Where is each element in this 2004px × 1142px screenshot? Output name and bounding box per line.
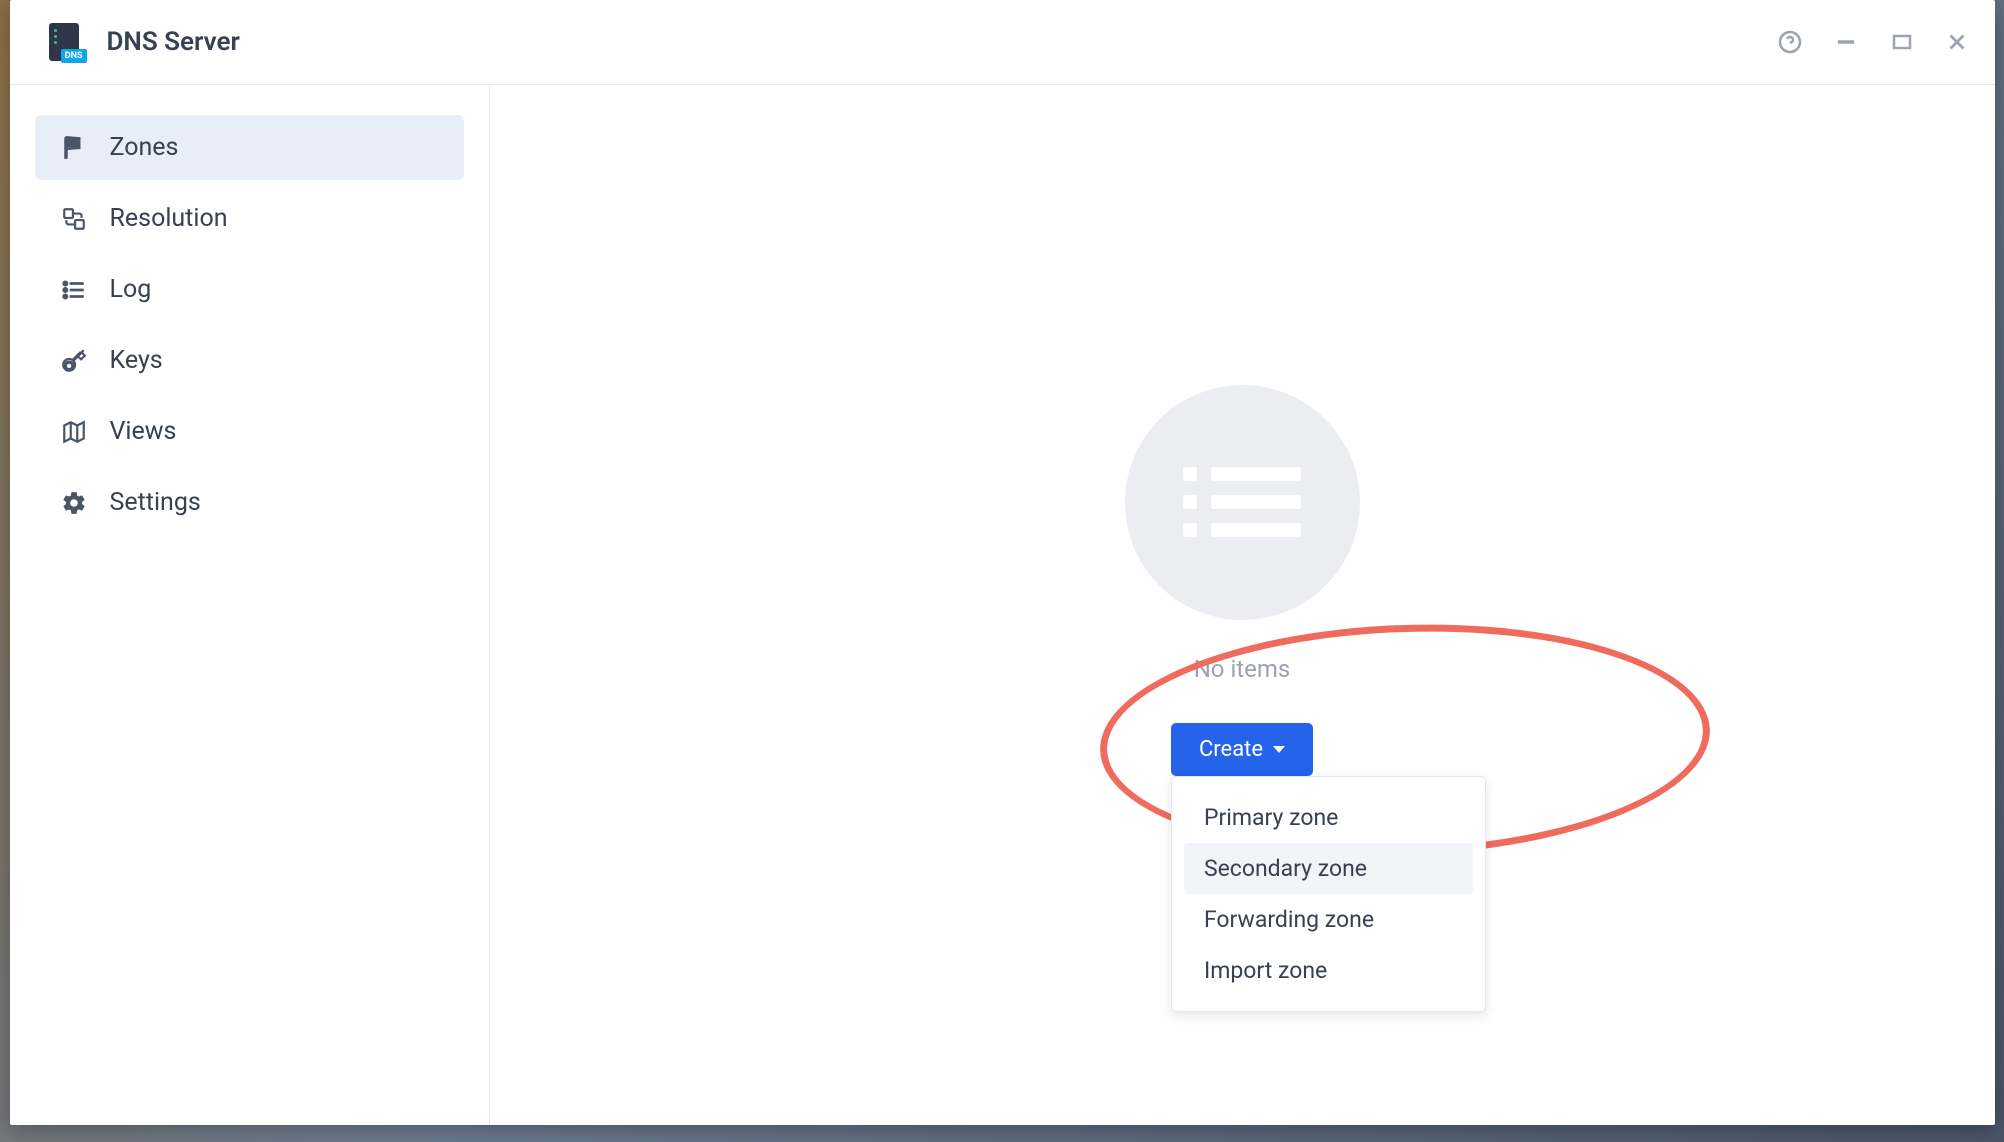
create-dropdown-container: Create Primary zone Secondary zone Forwa… [1171, 723, 1313, 776]
create-button[interactable]: Create [1171, 723, 1313, 776]
sidebar-item-zones[interactable]: Zones [35, 115, 464, 180]
sidebar-item-label: Log [110, 275, 152, 304]
help-button[interactable] [1778, 30, 1802, 54]
sidebar-item-views[interactable]: Views [35, 399, 464, 464]
dropdown-item-secondary-zone[interactable]: Secondary zone [1184, 843, 1473, 894]
window-controls [1778, 28, 1970, 56]
empty-state: No items Create Primary zone Secondary z… [1125, 385, 1360, 776]
maximize-button[interactable] [1890, 30, 1914, 54]
flag-icon [60, 134, 88, 162]
dns-server-window: DNS DNS Server [10, 0, 1995, 1125]
dropdown-item-import-zone[interactable]: Import zone [1184, 945, 1473, 996]
sidebar-item-resolution[interactable]: Resolution [35, 186, 464, 251]
sidebar-item-label: Zones [110, 133, 179, 162]
dropdown-item-forwarding-zone[interactable]: Forwarding zone [1184, 894, 1473, 945]
empty-list-icon [1125, 385, 1360, 620]
create-dropdown-menu: Primary zone Secondary zone Forwarding z… [1171, 776, 1486, 1012]
close-button[interactable] [1944, 29, 1970, 55]
content-area: Zones Resolution [10, 85, 1995, 1125]
minimize-button[interactable] [1832, 28, 1860, 56]
sidebar-item-settings[interactable]: Settings [35, 470, 464, 535]
dropdown-item-primary-zone[interactable]: Primary zone [1184, 792, 1473, 843]
main-panel: No items Create Primary zone Secondary z… [490, 85, 1995, 1125]
gear-icon [60, 489, 88, 517]
sidebar-item-label: Views [110, 417, 177, 446]
map-icon [60, 418, 88, 446]
sidebar-item-keys[interactable]: Keys [35, 328, 464, 393]
key-icon [60, 347, 88, 375]
sidebar-item-log[interactable]: Log [35, 257, 464, 322]
sidebar-item-label: Keys [110, 346, 163, 375]
create-button-label: Create [1199, 737, 1263, 762]
app-title: DNS Server [107, 27, 1778, 57]
resolution-icon [60, 205, 88, 233]
list-icon [60, 276, 88, 304]
titlebar: DNS DNS Server [10, 0, 1995, 85]
app-icon: DNS [45, 21, 87, 63]
chevron-down-icon [1273, 746, 1285, 753]
sidebar: Zones Resolution [10, 85, 490, 1125]
sidebar-item-label: Settings [110, 488, 201, 517]
empty-state-text: No items [1194, 655, 1291, 683]
sidebar-item-label: Resolution [110, 204, 228, 233]
